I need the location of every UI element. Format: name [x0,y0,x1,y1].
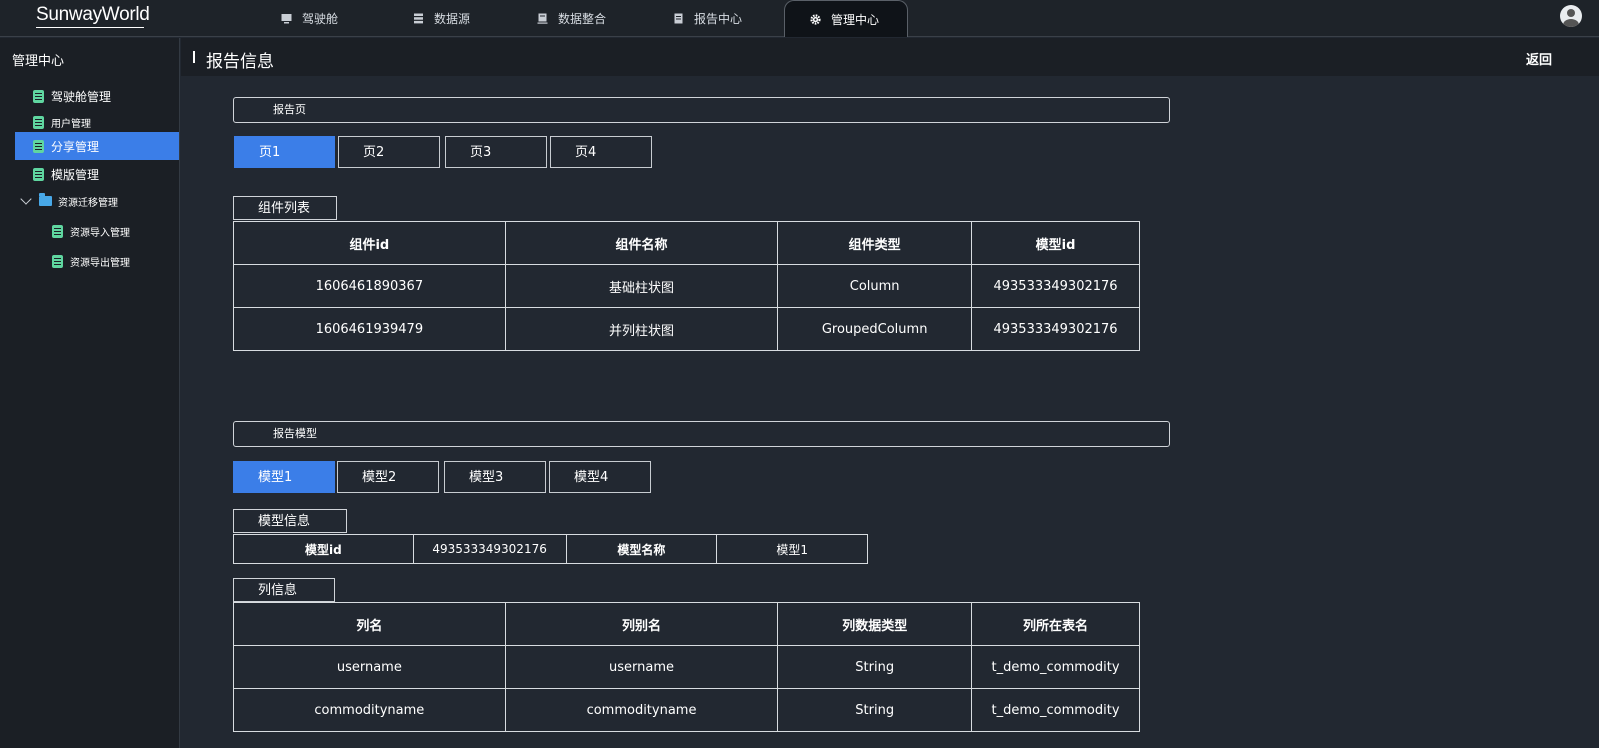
column-header: 列名 [233,602,506,646]
sidebar-item-resource-import[interactable]: 资源导入管理 [52,217,179,245]
nav-tab-datasource[interactable]: 数据源 [413,0,470,37]
section-report-pages: 报告页 [233,97,1170,123]
nav-tab-label: 管理中心 [831,12,880,27]
doc-icon [33,115,44,129]
column-info-label: 列信息 [233,578,335,602]
gear-icon [810,13,821,25]
table-cell: t_demo_commodity [971,688,1140,732]
table-cell: 并列柱状图 [504,307,779,351]
tab-model-2[interactable]: 模型2 [337,461,439,493]
column-header: 列别名 [504,602,779,646]
column-header: 列所在表名 [971,602,1140,646]
folder-icon [39,193,52,206]
tab-page-3[interactable]: 页3 [445,136,547,168]
nav-tab-management-center[interactable]: 管理中心 [784,0,908,37]
logo-underline [36,27,144,28]
nav-tab-label: 数据源 [434,12,471,26]
section-report-models: 报告模型 [233,421,1170,447]
table-row[interactable]: commodityname commodityname String t_dem… [233,688,1140,732]
table-cell: commodityname [233,688,506,732]
sidebar-item-resource-migration[interactable]: 资源迁移管理 [15,187,179,215]
nav-tab-label: 驾驶舱 [302,12,339,26]
model-info-table: 模型id 493533349302176 模型名称 模型1 [233,534,868,564]
table-header-row: 组件id 组件名称 组件类型 模型id [233,221,1140,265]
nav-tab-cockpit[interactable]: 驾驶舱 [281,0,338,37]
column-header: 列数据类型 [777,602,973,646]
tab-model-3[interactable]: 模型3 [444,461,546,493]
sidebar-item-label: 资源导出管理 [70,257,130,269]
table-row[interactable]: username username String t_demo_commodit… [233,645,1140,689]
tab-page-4[interactable]: 页4 [550,136,652,168]
doc-icon [52,224,63,238]
sidebar-item-cockpit-management[interactable]: 驾驶舱管理 [33,82,179,110]
table-row[interactable]: 1606461939479 并列柱状图 GroupedColumn 493533… [233,307,1140,351]
tab-page-2[interactable]: 页2 [338,136,440,168]
nav-tab-report-center[interactable]: 报告中心 [673,0,742,37]
sidebar-item-label: 驾驶舱管理 [51,89,112,104]
table-cell: t_demo_commodity [971,645,1140,689]
column-header: 模型id [971,221,1140,265]
table-cell: GroupedColumn [777,307,973,351]
components-table: 组件id 组件名称 组件类型 模型id 1606461890367 基础柱状图 … [233,221,1140,351]
user-avatar-icon[interactable] [1560,5,1582,27]
model-info-label: 模型信息 [233,509,347,533]
table-cell: 基础柱状图 [504,264,779,308]
sidebar-item-resource-export[interactable]: 资源导出管理 [52,247,179,275]
table-cell: 493533349302176 [971,307,1140,351]
top-navigation-bar: SunwayWorld 驾驶舱 数据源 数据整合 报告中心 管理中心 [0,0,1599,37]
doc-icon [33,89,44,103]
model-id-value: 493533349302176 [412,534,567,564]
page-title: 报告信息 [206,52,274,72]
column-info-table: 列名 列别名 列数据类型 列所在表名 username username Str… [233,602,1140,732]
nav-tab-label: 报告中心 [694,12,743,26]
table-cell: username [233,645,506,689]
table-row[interactable]: 1606461890367 基础柱状图 Column 4935333493021… [233,264,1140,308]
monitor-icon [281,13,292,24]
table-cell: username [504,645,779,689]
table-row: 模型id 493533349302176 模型名称 模型1 [233,534,868,564]
model-id-label: 模型id [233,534,414,564]
table-cell: 493533349302176 [971,264,1140,308]
doc-icon [52,254,63,268]
sidebar-item-label: 资源迁移管理 [58,197,118,209]
database-icon [413,13,424,24]
sidebar-item-label: 用户管理 [51,118,91,130]
tab-page-1[interactable]: 页1 [234,136,335,168]
sidebar-item-share-management[interactable]: 分享管理 [15,132,179,160]
table-cell: 1606461890367 [233,264,506,308]
title-marker [193,51,195,63]
sidebar-item-label: 模版管理 [51,167,100,182]
nav-tab-data-integration[interactable]: 数据整合 [537,0,606,37]
server-icon [537,13,548,24]
chevron-down-icon [20,193,32,205]
sidebar-item-template-management[interactable]: 模版管理 [33,160,179,188]
report-icon [673,13,684,24]
table-cell: Column [777,264,973,308]
doc-icon [33,167,44,181]
table-cell: 1606461939479 [233,307,506,351]
column-header: 组件名称 [504,221,779,265]
sidebar-item-label: 分享管理 [51,139,100,154]
back-button[interactable]: 返回 [1526,49,1552,68]
model-name-value: 模型1 [716,534,868,564]
table-header-row: 列名 列别名 列数据类型 列所在表名 [233,602,1140,646]
sidebar-title: 管理中心 [12,54,65,69]
doc-icon [33,139,44,153]
nav-tab-label: 数据整合 [558,12,607,26]
column-header: 组件id [233,221,506,265]
model-name-label: 模型名称 [565,534,718,564]
table-cell: String [777,688,973,732]
components-label: 组件列表 [233,196,337,220]
tab-model-4[interactable]: 模型4 [549,461,651,493]
tab-model-1[interactable]: 模型1 [233,461,335,493]
page-header: 报告信息 返回 [181,38,1599,76]
app-logo[interactable]: SunwayWorld [36,4,150,26]
table-cell: commodityname [504,688,779,732]
table-cell: String [777,645,973,689]
column-header: 组件类型 [777,221,973,265]
sidebar-item-label: 资源导入管理 [70,227,130,239]
